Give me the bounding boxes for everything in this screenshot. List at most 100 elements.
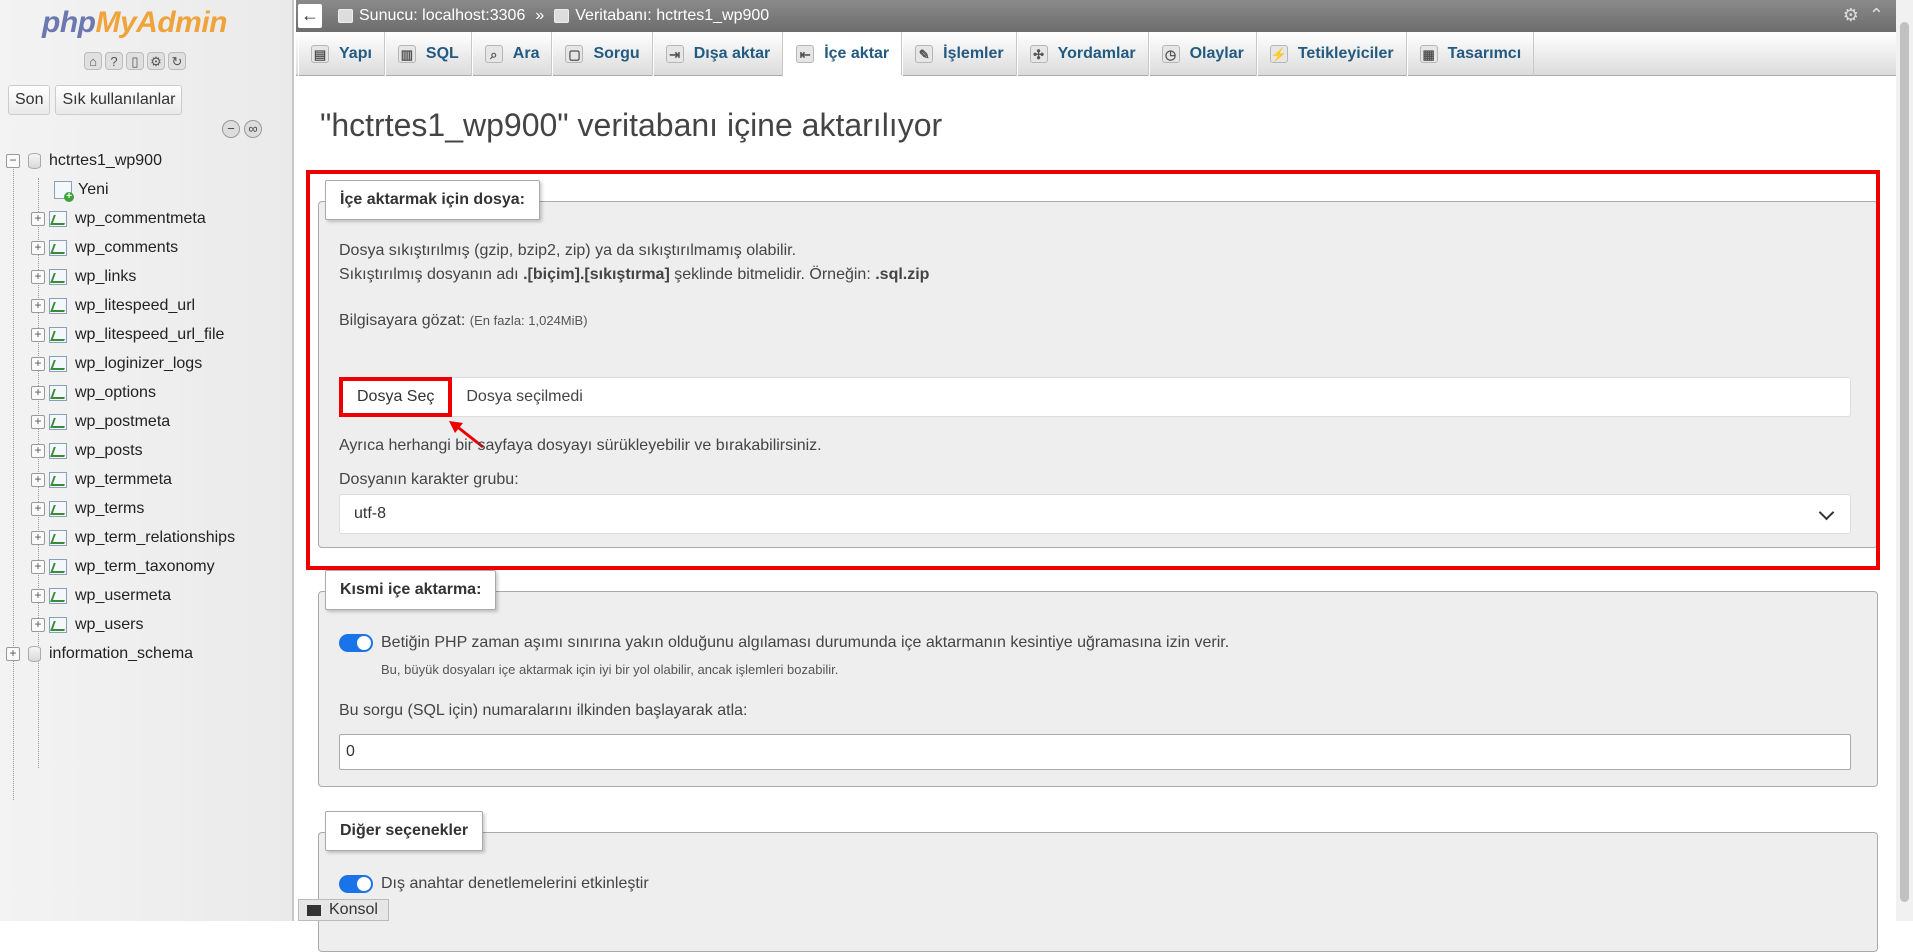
tab-triggers[interactable]: ⚡ Tetikleyiciler bbox=[1256, 32, 1407, 76]
collapse-icon[interactable]: − bbox=[6, 153, 20, 168]
favorites-button[interactable]: Sık kullanılanlar bbox=[55, 85, 183, 115]
tree-table-row[interactable]: + wp_loginizer_logs bbox=[0, 349, 292, 378]
tab-search[interactable]: ⌕ Ara bbox=[471, 32, 553, 76]
drag-drop-hint: Ayrıca herhangi bir sayfaya dosyayı sürü… bbox=[339, 437, 822, 454]
expand-icon[interactable]: + bbox=[31, 385, 45, 400]
tree-table-label[interactable]: wp_users bbox=[75, 616, 143, 634]
scrollbar[interactable] bbox=[1896, 0, 1913, 921]
console-bar[interactable]: Konsol bbox=[298, 899, 389, 921]
expand-icon[interactable]: + bbox=[31, 269, 45, 284]
tree-table-label[interactable]: wp_term_taxonomy bbox=[75, 558, 215, 576]
tree-table-row[interactable]: + wp_postmeta bbox=[0, 407, 292, 436]
tree-table-row[interactable]: + wp_terms bbox=[0, 494, 292, 523]
settings-icon[interactable]: ⚙ bbox=[147, 52, 165, 70]
tab-wrench[interactable]: ✎ İşlemler bbox=[902, 32, 1017, 76]
tree-table-label[interactable]: wp_litespeed_url_file bbox=[75, 326, 224, 344]
expand-icon[interactable]: + bbox=[31, 617, 45, 632]
tree-table-row[interactable]: + wp_litespeed_url_file bbox=[0, 320, 292, 349]
tree-table-row[interactable]: + wp_termmeta bbox=[0, 465, 292, 494]
docs-icon[interactable]: ▯ bbox=[126, 52, 144, 70]
tree-db-row[interactable]: + information_schema bbox=[0, 639, 292, 668]
home-icon[interactable]: ⌂ bbox=[84, 52, 102, 70]
tree-table-label[interactable]: wp_loginizer_logs bbox=[75, 355, 202, 373]
breadcrumb-database[interactable]: Veritabanı: hctrtes1_wp900 bbox=[575, 7, 769, 25]
tree-db-row[interactable]: − hctrtes1_wp900 bbox=[0, 146, 292, 175]
nav-tabs: Son Sık kullanılanlar bbox=[8, 85, 183, 115]
expand-icon[interactable]: + bbox=[31, 530, 45, 545]
tree-table-label[interactable]: wp_commentmeta bbox=[75, 210, 206, 228]
foreign-key-toggle[interactable] bbox=[339, 875, 373, 893]
table-icon bbox=[49, 326, 67, 343]
collapse-top-icon[interactable]: ⌃ bbox=[1869, 5, 1884, 26]
tree-table-row[interactable]: + wp_term_taxonomy bbox=[0, 552, 292, 581]
tree-table-row[interactable]: + wp_users bbox=[0, 610, 292, 639]
tree-table-label[interactable]: wp_usermeta bbox=[75, 587, 171, 605]
expand-icon[interactable]: + bbox=[31, 356, 45, 371]
allow-interrupt-toggle[interactable] bbox=[339, 634, 373, 652]
tree-table-label[interactable]: wp_posts bbox=[75, 442, 143, 460]
tab-query[interactable]: ▢ Sorgu bbox=[552, 32, 653, 76]
tree-table-label[interactable]: wp_comments bbox=[75, 239, 178, 257]
tree-new-label[interactable]: Yeni bbox=[78, 181, 109, 199]
expand-icon[interactable]: + bbox=[31, 472, 45, 487]
tree-db-label[interactable]: information_schema bbox=[49, 645, 193, 663]
tab-sql[interactable]: ▥ SQL bbox=[384, 32, 472, 76]
choose-file-button[interactable]: Dosya Seç bbox=[339, 377, 453, 417]
tree-table-label[interactable]: wp_options bbox=[75, 384, 156, 402]
browse-text: Bilgisayara gözat: bbox=[339, 312, 466, 329]
tree-table-row[interactable]: + wp_litespeed_url bbox=[0, 291, 292, 320]
expand-icon[interactable]: + bbox=[6, 646, 20, 661]
tree-table-row[interactable]: + wp_usermeta bbox=[0, 581, 292, 610]
tree-table-row[interactable]: + wp_comments bbox=[0, 233, 292, 262]
breadcrumb-separator: » bbox=[535, 7, 545, 24]
collapse-all-icon[interactable]: − bbox=[222, 120, 240, 138]
tree-new-row[interactable]: Yeni bbox=[0, 175, 292, 204]
expand-icon[interactable]: + bbox=[31, 588, 45, 603]
expand-icon[interactable]: + bbox=[31, 443, 45, 458]
charset-select[interactable]: utf-8 bbox=[339, 494, 1851, 534]
link-icon[interactable]: ∞ bbox=[244, 120, 262, 138]
expand-icon[interactable]: + bbox=[31, 327, 45, 342]
scrollbar-thumb[interactable] bbox=[1900, 22, 1909, 902]
table-icon bbox=[49, 297, 67, 314]
skip-queries-input[interactable]: 0 bbox=[339, 734, 1851, 770]
recent-button[interactable]: Son bbox=[8, 85, 51, 115]
tree-table-row[interactable]: + wp_posts bbox=[0, 436, 292, 465]
tab-routines[interactable]: ✣ Yordamlar bbox=[1016, 32, 1149, 76]
tab-designer[interactable]: ▦ Tasarımcı bbox=[1406, 32, 1535, 76]
allow-interrupt-label: Betiğin PHP zaman aşımı sınırına yakın o… bbox=[381, 634, 1230, 651]
tree-table-label[interactable]: wp_links bbox=[75, 268, 136, 286]
breadcrumb-server[interactable]: Sunucu: localhost:3306 bbox=[359, 7, 525, 25]
expand-icon[interactable]: + bbox=[31, 559, 45, 574]
tree-table-label[interactable]: wp_terms bbox=[75, 500, 144, 518]
reload-icon[interactable]: ↻ bbox=[168, 52, 186, 70]
tree-db-label[interactable]: hctrtes1_wp900 bbox=[49, 152, 162, 170]
table-icon bbox=[49, 587, 67, 604]
database-icon bbox=[28, 645, 41, 662]
expand-icon[interactable]: + bbox=[31, 501, 45, 516]
tree-table-row[interactable]: + wp_links bbox=[0, 262, 292, 291]
tab-import[interactable]: ⇤ İçe aktar bbox=[783, 32, 903, 76]
tree-table-row[interactable]: + wp_term_relationships bbox=[0, 523, 292, 552]
tree-table-row[interactable]: + wp_options bbox=[0, 378, 292, 407]
tab-export[interactable]: ⇥ Dışa aktar bbox=[652, 32, 784, 76]
tab-clock[interactable]: ◷ Olaylar bbox=[1148, 32, 1257, 76]
clock-icon: ◷ bbox=[1161, 45, 1180, 63]
tree-table-label[interactable]: wp_postmeta bbox=[75, 413, 170, 431]
tab-structure[interactable]: ▤ Yapı bbox=[298, 32, 385, 76]
tree-table-label[interactable]: wp_litespeed_url bbox=[75, 297, 195, 315]
info-icon[interactable]: ? bbox=[105, 52, 123, 70]
expand-icon[interactable]: + bbox=[31, 240, 45, 255]
settings-icon[interactable]: ⚙ bbox=[1843, 5, 1859, 26]
tree-table-label[interactable]: wp_termmeta bbox=[75, 471, 172, 489]
tab-label: Olaylar bbox=[1189, 45, 1244, 62]
back-arrow-icon[interactable]: ← bbox=[298, 4, 322, 28]
expand-icon[interactable]: + bbox=[31, 298, 45, 313]
expand-icon[interactable]: + bbox=[31, 211, 45, 226]
expand-icon[interactable]: + bbox=[31, 414, 45, 429]
table-icon bbox=[49, 210, 67, 227]
file-input[interactable]: Dosya Seç Dosya seçilmedi bbox=[339, 377, 1851, 417]
phpmyadmin-logo[interactable]: phpMyAdmin bbox=[42, 6, 227, 40]
tree-table-label[interactable]: wp_term_relationships bbox=[75, 529, 235, 547]
tree-table-row[interactable]: + wp_commentmeta bbox=[0, 204, 292, 233]
